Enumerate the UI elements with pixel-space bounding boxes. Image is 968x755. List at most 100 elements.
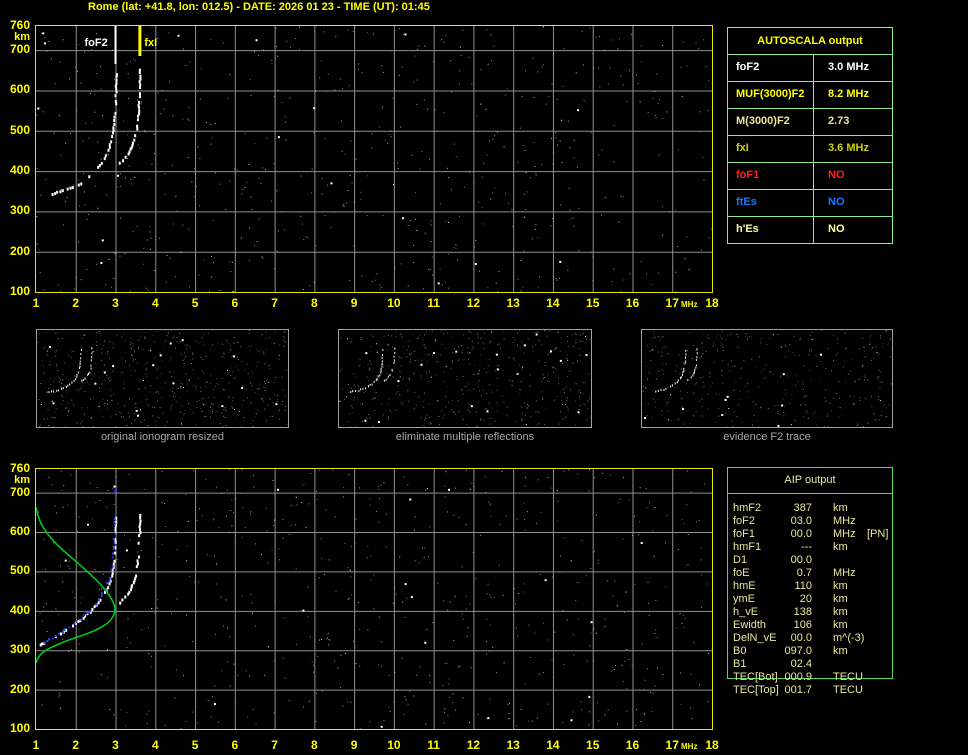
aip-param-value: 00.0 bbox=[790, 528, 812, 540]
x-tick-label: 5 bbox=[191, 296, 199, 310]
aip-param-label: B1 bbox=[733, 658, 747, 670]
x-tick-label: 16 bbox=[625, 738, 640, 752]
x-tick-label: 10 bbox=[387, 296, 401, 310]
aip-param-label: hmE bbox=[733, 580, 756, 592]
panel-eliminate-reflections bbox=[338, 329, 593, 428]
x-tick-label: 11 bbox=[427, 296, 440, 310]
aip-param-unit: MHz bbox=[833, 567, 856, 579]
aip-row: B0 097.0 km bbox=[727, 645, 907, 657]
x-tick-label: 3 bbox=[112, 296, 119, 310]
aip-param-label: foF1 bbox=[733, 528, 756, 540]
aip-param-value: --- bbox=[801, 541, 812, 553]
aip-param-label: foE bbox=[733, 567, 750, 579]
aip-table-rows: hmF2 387 km foF2 03.0 MHz foF1 00.0 MHz [PN] hmF1-… bbox=[727, 0, 907, 755]
x-tick-label: 14 bbox=[546, 738, 560, 752]
panel-original-caption: original ionogram resized bbox=[101, 431, 224, 443]
aip-param-value: 387 bbox=[793, 502, 812, 514]
x-tick-label: 6 bbox=[231, 738, 239, 752]
station-title: Rome (lat: +41.8, lon: 012.5) - DATE: 20… bbox=[88, 1, 430, 13]
x-tick-label: 1 bbox=[32, 738, 40, 752]
aip-param-unit: MHz bbox=[833, 528, 856, 540]
aip-row: foF2 03.0 MHz bbox=[727, 515, 907, 527]
aip-param-value: 097.0 bbox=[784, 645, 812, 657]
x-tick-label: 18 bbox=[705, 738, 719, 752]
aip-param-label: B0 bbox=[733, 645, 747, 657]
x-tick-label: 9 bbox=[350, 738, 358, 752]
aip-param-value: 000.9 bbox=[784, 671, 812, 683]
y-tick-label: 500 bbox=[9, 563, 30, 578]
x-tick-label: 4 bbox=[151, 738, 159, 752]
aip-row: B1 02.4 bbox=[727, 658, 907, 670]
x-tick-label: 8 bbox=[311, 738, 318, 752]
aip-row: TEC[Bot] 000.9 TECU bbox=[727, 671, 907, 683]
x-axis-unit-label: MHz bbox=[681, 742, 698, 751]
x-tick-label: 5 bbox=[191, 738, 199, 752]
autoscala-app-window: Rome (lat: +41.8, lon: 012.5) - DATE: 20… bbox=[0, 0, 968, 755]
y-tick-label: 600 bbox=[9, 524, 30, 539]
aip-param-label: ymE bbox=[733, 593, 755, 605]
aip-row: foE 0.7 MHz bbox=[727, 567, 907, 579]
x-tick-label: 7 bbox=[271, 738, 278, 752]
aip-row: Ewidth 106 km bbox=[727, 619, 907, 631]
aip-param-note: [PN] bbox=[867, 528, 889, 540]
x-tick-label: 16 bbox=[625, 296, 640, 310]
aip-param-unit: TECU bbox=[833, 684, 863, 696]
y-tick-label: 700 bbox=[9, 484, 30, 499]
x-tick-label: 1 bbox=[32, 296, 40, 310]
aip-param-value: 00.0 bbox=[790, 554, 812, 566]
x-tick-label: 13 bbox=[506, 296, 520, 310]
x-tick-label: 8 bbox=[311, 296, 318, 310]
x-tick-label: 11 bbox=[427, 738, 440, 752]
aip-param-unit: km bbox=[833, 593, 848, 605]
aip-param-value: 106 bbox=[793, 619, 812, 631]
y-tick-label: 100 bbox=[9, 721, 30, 735]
aip-param-unit: km bbox=[833, 619, 848, 631]
aip-param-unit: km bbox=[833, 580, 848, 592]
x-tick-label: 9 bbox=[350, 296, 358, 310]
aip-param-unit: km bbox=[833, 606, 848, 618]
x-tick-label: 12 bbox=[466, 296, 481, 310]
aip-param-value: 0.7 bbox=[796, 567, 812, 579]
panel-eliminate-caption: eliminate multiple reflections bbox=[395, 431, 535, 443]
aip-param-unit: TECU bbox=[833, 671, 863, 683]
aip-param-value: 138 bbox=[793, 606, 812, 618]
aip-param-label: foF2 bbox=[733, 515, 756, 527]
y-tick-label: 400 bbox=[9, 602, 30, 617]
top-ionogram-plot: foF2 fxI bbox=[35, 25, 713, 294]
x-tick-label: 6 bbox=[231, 296, 239, 310]
bottom-plot-y-axis: 760 700 600 500 400 300 200 100 km bbox=[0, 0, 32, 755]
x-tick-label: 13 bbox=[506, 738, 520, 752]
top-ionogram-canvas bbox=[36, 26, 713, 294]
aip-row: hmF1 --- km bbox=[727, 541, 907, 553]
aip-row: hmF2 387 km bbox=[727, 502, 907, 514]
aip-param-value: 02.4 bbox=[790, 658, 812, 670]
x-tick-label: 7 bbox=[271, 296, 278, 310]
aip-param-value: 110 bbox=[794, 580, 812, 592]
aip-row: hmE 110 km bbox=[727, 580, 907, 592]
aip-param-value: 001.7 bbox=[784, 684, 812, 696]
aip-param-value: 20 bbox=[799, 593, 812, 605]
aip-row: D1 00.0 bbox=[727, 554, 907, 566]
x-tick-label: 2 bbox=[72, 738, 80, 752]
x-tick-label: 12 bbox=[466, 738, 481, 752]
aip-row: TEC[Top] 001.7 TECU bbox=[727, 684, 907, 696]
panel-original-ionogram bbox=[36, 329, 289, 428]
bottom-ionogram-canvas bbox=[35, 469, 712, 730]
aip-row: ymE 20 km bbox=[727, 593, 907, 605]
aip-param-value: 00.0 bbox=[790, 632, 812, 644]
x-tick-label: 4 bbox=[151, 296, 159, 310]
aip-param-label: D1 bbox=[733, 554, 748, 566]
aip-row: h_vE 138 km bbox=[727, 606, 907, 618]
x-tick-label: 14 bbox=[546, 296, 560, 310]
panel-eliminate-canvas bbox=[339, 330, 593, 428]
panel-original-canvas bbox=[37, 330, 289, 428]
x-axis-unit-label: MHz bbox=[681, 300, 698, 309]
y-tick-label: 300 bbox=[9, 642, 30, 657]
aip-param-value: 03.0 bbox=[790, 515, 812, 527]
fxI-marker-label: fxI bbox=[144, 37, 158, 49]
x-tick-label: 17 bbox=[665, 296, 679, 310]
aip-row: foF1 00.0 MHz [PN] bbox=[727, 528, 907, 540]
bottom-ionogram-profile-plot bbox=[35, 468, 713, 730]
y-axis-unit-label: km bbox=[14, 473, 30, 486]
x-tick-label: 3 bbox=[112, 738, 119, 752]
